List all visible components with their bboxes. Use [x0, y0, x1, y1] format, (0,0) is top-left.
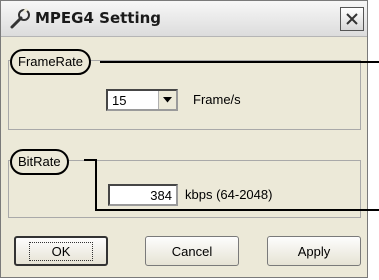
bitrate-unit-label: kbps (64-2048): [185, 187, 273, 202]
chevron-down-icon: [163, 97, 172, 103]
title-bar[interactable]: MPEG4 Setting: [1, 1, 367, 37]
dropdown-arrow-button[interactable]: [158, 91, 176, 109]
framerate-selected-value: 15: [112, 93, 127, 108]
apply-button[interactable]: Apply: [267, 236, 361, 266]
framerate-group-label: FrameRate: [10, 49, 92, 75]
bitrate-group-label: BitRate: [10, 149, 69, 175]
ok-button-label: OK: [28, 241, 94, 261]
framerate-select[interactable]: 15: [106, 89, 178, 111]
close-icon: [346, 13, 358, 25]
ok-button[interactable]: OK: [14, 236, 108, 266]
bitrate-input[interactable]: 384: [108, 184, 178, 206]
dialog-title: MPEG4 Setting: [35, 9, 162, 27]
wrench-icon: [10, 8, 30, 29]
close-button[interactable]: [340, 7, 364, 31]
framerate-unit-label: Frame/s: [193, 92, 241, 107]
cancel-button[interactable]: Cancel: [145, 236, 239, 266]
